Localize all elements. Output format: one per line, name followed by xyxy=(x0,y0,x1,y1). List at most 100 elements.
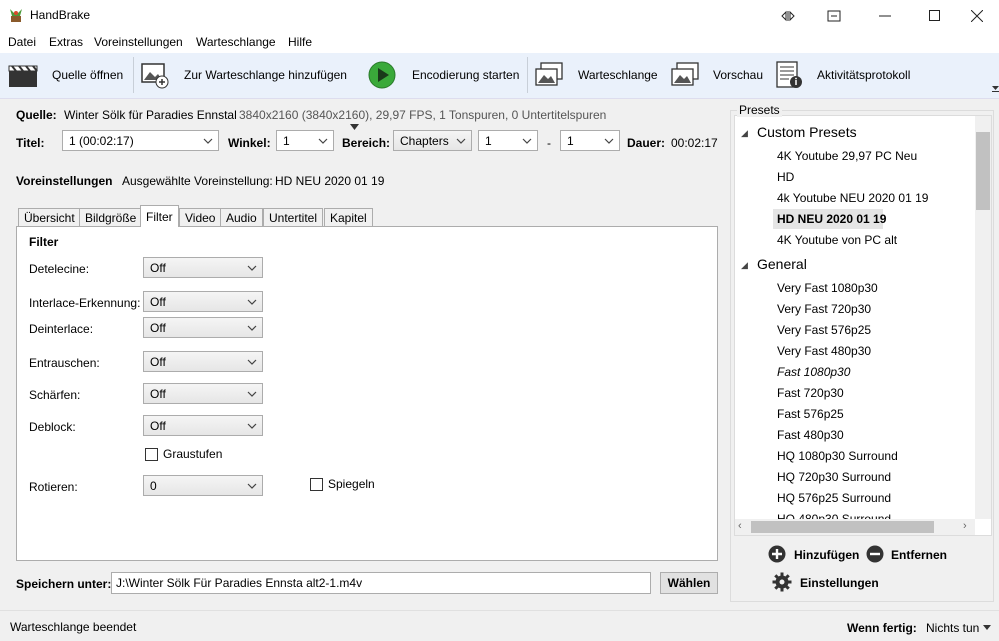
browse-button[interactable]: Wählen xyxy=(660,572,718,594)
chevron-down-icon xyxy=(247,359,257,365)
tab-overview[interactable]: Übersicht xyxy=(18,208,81,226)
range-end-select[interactable]: 1 xyxy=(560,130,620,151)
preset-item[interactable]: 4K Youtube 29,97 PC Neu xyxy=(777,149,917,163)
menu-extras[interactable]: Extras xyxy=(49,35,83,49)
preset-item[interactable]: Very Fast 720p30 xyxy=(777,302,871,316)
preset-item[interactable]: HD xyxy=(777,170,794,184)
gear-icon[interactable] xyxy=(772,572,792,592)
when-done-value[interactable]: Nichts tun xyxy=(926,621,979,635)
tab-subtitles[interactable]: Untertitel xyxy=(263,208,324,226)
preview-icon[interactable] xyxy=(670,61,700,89)
angle-select-value: 1 xyxy=(283,134,290,148)
menu-warteschlange[interactable]: Warteschlange xyxy=(196,35,276,49)
filter-panel xyxy=(16,226,718,561)
menu-voreinstellungen[interactable]: Voreinstellungen xyxy=(94,35,183,49)
deinterlace-select[interactable]: Off xyxy=(143,317,263,338)
chevron-down-icon xyxy=(522,138,532,144)
source-name: Winter Sölk für Paradies Ennstal xyxy=(64,108,237,122)
preset-item[interactable]: HQ 576p25 Surround xyxy=(777,491,891,505)
start-encode-button[interactable]: Encodierung starten xyxy=(412,68,519,82)
detelecine-select[interactable]: Off xyxy=(143,257,263,278)
preset-item[interactable]: HQ 720p30 Surround xyxy=(777,470,891,484)
deblock-select[interactable]: Off xyxy=(143,415,263,436)
chevron-down-icon[interactable] xyxy=(350,124,359,130)
preset-item[interactable]: Fast 480p30 xyxy=(777,428,844,442)
interlace-detection-select[interactable]: Off xyxy=(143,291,263,312)
preset-item[interactable]: 4k Youtube NEU 2020 01 19 xyxy=(777,191,928,205)
close-button[interactable] xyxy=(954,0,999,31)
title-select-value: 1 (00:02:17) xyxy=(69,134,134,148)
destination-input[interactable]: J:\Winter Sölk Für Paradies Ennsta alt2-… xyxy=(111,572,651,594)
scrollbar-thumb[interactable] xyxy=(976,132,990,210)
filter-heading: Filter xyxy=(29,235,59,249)
minimize-button[interactable] xyxy=(862,0,908,31)
angle-select[interactable]: 1 xyxy=(276,130,334,151)
scroll-right-icon[interactable]: › xyxy=(963,520,967,532)
selected-preset-label: Ausgewählte Voreinstellung: xyxy=(122,174,273,188)
maximize-button[interactable] xyxy=(911,0,957,31)
chevron-down-icon[interactable] xyxy=(983,625,991,630)
preset-item[interactable]: Very Fast 480p30 xyxy=(777,344,871,358)
tab-dimensions[interactable]: Bildgröße xyxy=(79,208,143,226)
add-to-queue-icon[interactable] xyxy=(140,61,170,89)
preset-item[interactable]: Fast 720p30 xyxy=(777,386,844,400)
collapse-arrow-icon[interactable]: ◢ xyxy=(741,260,748,271)
queue-icon[interactable] xyxy=(534,61,564,89)
clapperboard-icon[interactable] xyxy=(8,61,38,89)
minus-circle-icon[interactable] xyxy=(866,545,884,563)
preset-item[interactable]: Very Fast 1080p30 xyxy=(777,281,878,295)
range-label: Bereich: xyxy=(342,136,391,150)
preset-item-default[interactable]: Fast 1080p30 xyxy=(777,365,850,379)
toolbar-overflow-icon[interactable] xyxy=(992,86,999,92)
denoise-select[interactable]: Off xyxy=(143,351,263,372)
chevron-down-icon xyxy=(456,138,466,144)
scrollbar-thumb[interactable] xyxy=(751,521,934,533)
rotate-select[interactable]: 0 xyxy=(143,475,263,496)
scroll-left-icon[interactable]: ‹ xyxy=(738,520,742,532)
preset-settings-button[interactable]: Einstellungen xyxy=(800,576,879,590)
save-as-label: Speichern unter: xyxy=(16,577,112,591)
source-info: 3840x2160 (3840x2160), 29,97 FPS, 1 Tons… xyxy=(239,108,607,122)
menu-hilfe[interactable]: Hilfe xyxy=(288,35,312,49)
flip-checkbox[interactable] xyxy=(310,478,323,491)
snap-icon[interactable] xyxy=(765,0,811,31)
plus-circle-icon[interactable] xyxy=(768,545,786,563)
range-start-select[interactable]: 1 xyxy=(478,130,538,151)
chevron-down-icon xyxy=(247,391,257,397)
chevron-down-icon xyxy=(247,299,257,305)
deblock-label: Deblock: xyxy=(29,420,76,434)
tab-audio[interactable]: Audio xyxy=(220,208,263,226)
activity-log-button[interactable]: Aktivitätsprotokoll xyxy=(817,68,910,82)
preset-item-selected[interactable]: HD NEU 2020 01 19 xyxy=(777,212,886,226)
toolbar-separator xyxy=(133,57,134,93)
chevron-down-icon xyxy=(247,325,257,331)
menu-datei[interactable]: Datei xyxy=(8,35,36,49)
presets-vertical-scrollbar[interactable] xyxy=(975,116,991,519)
title-select[interactable]: 1 (00:02:17) xyxy=(62,130,219,151)
open-source-button[interactable]: Quelle öffnen xyxy=(52,68,123,82)
preset-item[interactable]: Very Fast 576p25 xyxy=(777,323,871,337)
flip-label: Spiegeln xyxy=(328,477,375,491)
range-mode-select[interactable]: Chapters xyxy=(393,130,472,151)
grayscale-checkbox[interactable] xyxy=(145,448,158,461)
sharpen-select[interactable]: Off xyxy=(143,383,263,404)
remove-preset-button[interactable]: Entfernen xyxy=(891,548,947,562)
preset-item[interactable]: Fast 576p25 xyxy=(777,407,844,421)
preset-item[interactable]: HQ 1080p30 Surround xyxy=(777,449,898,463)
tab-video[interactable]: Video xyxy=(179,208,222,226)
preset-category-general[interactable]: General xyxy=(757,256,807,272)
preset-category-custom[interactable]: Custom Presets xyxy=(757,124,857,140)
activity-log-icon[interactable] xyxy=(775,61,805,89)
tab-filter[interactable]: Filter xyxy=(140,205,179,227)
preview-button[interactable]: Vorschau xyxy=(713,68,763,82)
collapse-arrow-icon[interactable]: ◢ xyxy=(741,128,748,139)
preset-item[interactable]: 4K Youtube von PC alt xyxy=(777,233,897,247)
tab-chapters[interactable]: Kapitel xyxy=(324,208,373,226)
presets-horizontal-scrollbar[interactable]: ‹ › xyxy=(735,519,975,535)
compact-overlay-icon[interactable] xyxy=(811,0,857,31)
queue-button[interactable]: Warteschlange xyxy=(578,68,658,82)
add-preset-button[interactable]: Hinzufügen xyxy=(794,548,859,562)
play-icon[interactable] xyxy=(368,61,398,89)
add-to-queue-button[interactable]: Zur Warteschlange hinzufügen xyxy=(184,68,347,82)
rotate-label: Rotieren: xyxy=(29,480,78,494)
